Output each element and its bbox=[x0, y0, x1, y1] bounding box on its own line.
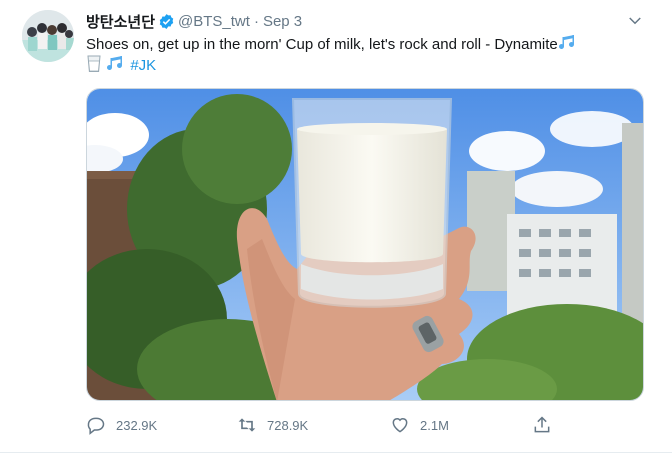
tweet-text: Shoes on, get up in the morn' Cup of mil… bbox=[86, 34, 646, 76]
like-button[interactable]: 2.1M bbox=[390, 410, 449, 440]
avatar-image bbox=[22, 10, 74, 62]
tweet-date[interactable]: Sep 3 bbox=[263, 13, 302, 30]
hashtag-link[interactable]: #JK bbox=[130, 57, 156, 74]
music-notes-icon bbox=[558, 35, 574, 49]
reply-button[interactable]: 232.9K bbox=[86, 410, 157, 440]
like-icon bbox=[392, 418, 408, 433]
retweet-button[interactable]: 728.9K bbox=[237, 410, 308, 440]
retweet-count: 728.9K bbox=[267, 417, 309, 433]
separator-dot: · bbox=[253, 12, 259, 30]
retweet-icon bbox=[238, 418, 256, 432]
milk-glass-photo bbox=[87, 89, 643, 400]
music-notes-icon bbox=[107, 56, 123, 70]
milk-glass-icon bbox=[87, 55, 101, 72]
tweet-photo[interactable] bbox=[86, 88, 644, 401]
user-handle[interactable]: @BTS_twt bbox=[178, 13, 250, 30]
avatar[interactable] bbox=[22, 10, 74, 62]
tweet-header: 방탄소년단 @BTS_twt · Sep 3 bbox=[86, 10, 302, 32]
share-icon bbox=[534, 416, 550, 433]
share-button[interactable] bbox=[532, 410, 562, 440]
tweet-text-main: Shoes on, get up in the morn' Cup of mil… bbox=[86, 36, 558, 53]
like-count: 2.1M bbox=[420, 417, 449, 433]
chevron-down-icon[interactable] bbox=[626, 12, 644, 30]
tweet-card[interactable]: 방탄소년단 @BTS_twt · Sep 3 Shoes on, get up … bbox=[0, 0, 672, 455]
tweet-actions: 232.9K 728.9K 2.1M bbox=[0, 410, 672, 440]
divider bbox=[0, 452, 672, 453]
verified-badge-icon bbox=[159, 13, 174, 29]
display-name[interactable]: 방탄소년단 bbox=[86, 11, 155, 32]
reply-icon bbox=[87, 417, 105, 435]
reply-count: 232.9K bbox=[116, 417, 158, 433]
